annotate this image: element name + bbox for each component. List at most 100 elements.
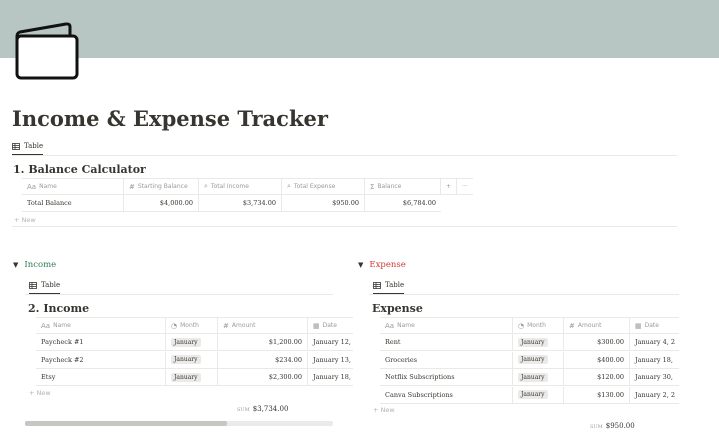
cell-name[interactable]: Etsy xyxy=(36,369,166,385)
income-toggle[interactable]: ▼ Income xyxy=(13,260,56,270)
cell-date[interactable]: January 12, 2 xyxy=(308,334,353,350)
column-header-name[interactable]: Aa Name xyxy=(36,318,166,333)
column-header-date[interactable]: ▦ Date xyxy=(630,318,679,333)
column-type-icon: Aa xyxy=(27,182,37,191)
column-type-icon: # xyxy=(129,182,135,191)
expense-toggle[interactable]: ▼ Expense xyxy=(358,260,406,270)
page-cover[interactable] xyxy=(0,0,719,58)
table-row[interactable]: Paycheck #2 January $234.00 January 13, 2 xyxy=(36,351,353,369)
table-row[interactable]: Netflix Subscriptions January $120.00 Janua… xyxy=(380,369,679,386)
table-row[interactable]: Groceries January $400.00 January 18, xyxy=(380,351,679,369)
month-tag: January xyxy=(171,355,201,364)
column-header-date[interactable]: ▦ Date xyxy=(308,318,353,333)
cell-amount[interactable]: $300.00 xyxy=(564,334,630,350)
column-header-label: Name xyxy=(39,183,57,190)
wallet-icon[interactable] xyxy=(14,22,80,80)
cell-month[interactable]: January xyxy=(166,369,218,385)
divider xyxy=(12,226,677,227)
column-header-month[interactable]: ◔ Month xyxy=(513,318,564,333)
cell-date[interactable]: January 2, 2 xyxy=(630,387,679,403)
cell-date[interactable]: January 18, 2 xyxy=(308,369,353,385)
column-header-amount[interactable]: # Amount xyxy=(564,318,630,333)
cell-amount[interactable]: $2,300.00 xyxy=(218,369,308,385)
cell-name[interactable]: Canva Subscriptions xyxy=(380,386,513,403)
column-type-icon: Σ xyxy=(370,182,375,191)
table-row[interactable]: Total Balance $4,000.00 $3,734.00 $950.00 $6… xyxy=(22,195,441,212)
expense-sum: SUM $950.00 xyxy=(590,422,635,430)
income-table-header: Aa Name ◔ Month # Amount ▦ Date xyxy=(36,317,353,334)
cell-income[interactable]: $3,734.00 xyxy=(199,195,282,211)
table-icon xyxy=(373,281,381,289)
income-db-title: 2. Income xyxy=(28,302,90,315)
column-header-total-expense[interactable]: ⌕ Total Expense xyxy=(282,179,365,194)
column-header-label: Date xyxy=(322,322,337,329)
column-type-icon: ▦ xyxy=(313,321,320,330)
cell-starting[interactable]: $4,000.00 xyxy=(124,195,199,211)
cell-balance[interactable]: $6,784.00 xyxy=(365,195,441,211)
column-header-balance[interactable]: Σ Balance xyxy=(365,179,441,194)
cell-month[interactable]: January xyxy=(513,351,564,368)
cell-date[interactable]: January 13, 2 xyxy=(308,352,353,368)
table-row[interactable]: Canva Subscriptions January $130.00 January… xyxy=(380,386,679,404)
cell-amount[interactable]: $120.00 xyxy=(564,369,630,385)
cell-month[interactable]: January xyxy=(513,386,564,403)
cell-amount[interactable]: $400.00 xyxy=(564,351,630,368)
month-tag: January xyxy=(518,355,548,364)
expense-db-title: Expense xyxy=(372,302,423,315)
month-tag: January xyxy=(171,337,201,347)
tab-label: Table xyxy=(385,281,405,289)
cell-amount[interactable]: $234.00 xyxy=(218,351,308,368)
column-header-label: Month xyxy=(527,322,546,329)
column-header-name[interactable]: Aa Name xyxy=(380,318,513,333)
month-tag: January xyxy=(518,390,548,399)
month-tag: January xyxy=(518,372,548,382)
cell-date[interactable]: January 30, xyxy=(630,369,679,385)
income-tab-table[interactable]: Table xyxy=(29,281,61,294)
cell-amount[interactable]: $130.00 xyxy=(564,386,630,403)
cell-name[interactable]: Total Balance xyxy=(22,195,124,211)
expense-table-header: Aa Name ◔ Month # Amount ▦ Date xyxy=(380,317,679,334)
cell-month[interactable]: January xyxy=(166,351,218,368)
column-header-label: Name xyxy=(53,322,71,329)
income-new-row-button[interactable]: + New xyxy=(29,389,51,397)
expense-toggle-label: Expense xyxy=(369,260,406,270)
table-row[interactable]: Etsy January $2,300.00 January 18, 2 xyxy=(36,369,353,386)
income-scrollbar[interactable] xyxy=(25,421,333,426)
cell-name[interactable]: Paycheck #1 xyxy=(36,334,166,350)
add-column-button[interactable]: + xyxy=(441,179,457,194)
balance-table-header: Aa Name # Starting Balance ⌕ Total Income ⌕ Tot… xyxy=(22,178,473,195)
cell-month[interactable]: January xyxy=(166,334,218,350)
cell-name[interactable]: Netflix Subscriptions xyxy=(380,369,513,385)
column-header-amount[interactable]: # Amount xyxy=(218,318,308,333)
column-header-name[interactable]: Aa Name xyxy=(22,179,124,194)
column-header-label: Date xyxy=(644,322,659,329)
table-row[interactable]: Paycheck #1 January $1,200.00 January 12, 2 xyxy=(36,334,353,351)
triangle-down-icon: ▼ xyxy=(13,261,19,269)
tab-table[interactable]: Table xyxy=(12,142,44,155)
scrollbar-thumb[interactable] xyxy=(25,421,227,426)
table-row[interactable]: Rent January $300.00 January 4, 2 xyxy=(380,334,679,351)
divider xyxy=(12,155,677,156)
table-icon xyxy=(12,142,20,150)
more-options-button[interactable]: ··· xyxy=(457,179,473,194)
month-tag: January xyxy=(171,372,201,382)
cell-month[interactable]: January xyxy=(513,334,564,350)
cell-name[interactable]: Paycheck #2 xyxy=(36,351,166,368)
column-header-label: Starting Balance xyxy=(137,183,188,190)
column-header-month[interactable]: ◔ Month xyxy=(166,318,218,333)
expense-new-row-button[interactable]: + New xyxy=(373,406,395,414)
cell-date[interactable]: January 4, 2 xyxy=(630,334,679,350)
cell-expense[interactable]: $950.00 xyxy=(282,195,365,211)
cell-amount[interactable]: $1,200.00 xyxy=(218,334,308,350)
cell-name[interactable]: Groceries xyxy=(380,351,513,368)
cell-date[interactable]: January 18, xyxy=(630,352,679,368)
column-header-label: Amount xyxy=(577,322,602,329)
cell-month[interactable]: January xyxy=(513,369,564,385)
column-type-icon: ▦ xyxy=(635,321,642,330)
column-header-label: Amount xyxy=(231,322,256,329)
column-header-starting-balance[interactable]: # Starting Balance xyxy=(124,179,199,194)
expense-tab-table[interactable]: Table xyxy=(373,281,405,294)
cell-name[interactable]: Rent xyxy=(380,334,513,350)
column-header-total-income[interactable]: ⌕ Total Income xyxy=(199,179,282,194)
balance-new-row-button[interactable]: + New xyxy=(14,216,36,224)
